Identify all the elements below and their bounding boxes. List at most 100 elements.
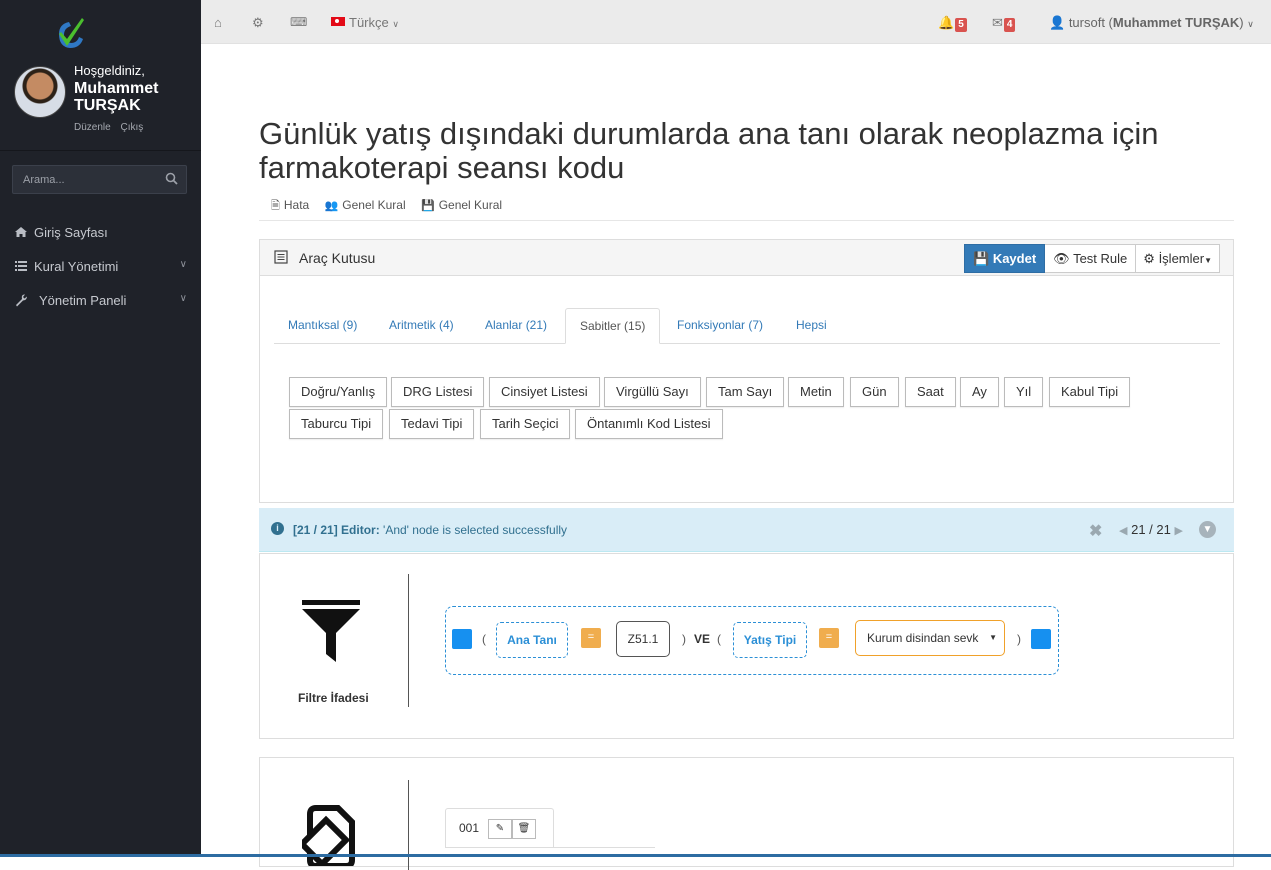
actions-dropdown-button[interactable]: ⚙ İşlemler▼ [1136,244,1220,273]
pencil-icon[interactable]: ✎ [488,819,512,839]
alert-pager: ◀ 21 / 21 ▶ [1119,522,1183,537]
users-icon: 👥 [324,200,339,212]
filter-expression[interactable]: ( Ana Tanı = Z51.1 ) VE ( Yatış Tipi = K… [445,606,1059,675]
divider [259,220,1234,221]
user-menu[interactable]: 👤 tursoft (Muhammet TURŞAK) ∨ [1049,15,1254,31]
gear-icon[interactable]: ⚙ [252,15,264,31]
expression-start-node[interactable] [452,629,472,649]
filter-icon [302,600,360,662]
save-button[interactable]: 💾 Kaydet [964,244,1046,273]
sidebar-divider [0,150,201,151]
toolbox-title: Araç Kutusu [299,250,376,266]
alert-message: 'And' node is selected successfully [383,523,568,537]
constant-integer[interactable]: Tam Sayı [706,377,785,407]
sidebar-item-rules[interactable]: Kural Yönetimi ∨ [0,251,201,281]
save-label: Kaydet [992,251,1037,266]
test-rule-button[interactable]: 👁 Test Rule [1045,244,1137,273]
constant-boolean[interactable]: Doğru/Yanlış [289,377,388,407]
language-selector[interactable]: Türkçe ∨ [331,15,399,30]
constant-text[interactable]: Metin [788,377,844,407]
close-paren: ) [1017,632,1021,646]
constant-predefined-code-list[interactable]: Öntanımlı Kod Listesi [575,409,723,439]
editor-status-alert: i [21 / 21] Editor: 'And' node is select… [259,508,1234,552]
next-arrow-icon[interactable]: ▶ [1174,525,1182,537]
welcome-text: Hoşgeldiniz, [74,63,145,78]
close-paren: ) [682,632,686,646]
toolbox-header: Araç Kutusu 💾 Kaydet 👁 Test Rule ⚙ İşlem… [260,240,1233,276]
constant-discharge-type[interactable]: Taburcu Tipi [289,409,384,439]
chevron-down-icon: ∨ [1247,19,1254,29]
tab-underline [445,847,655,848]
prev-arrow-icon[interactable]: ◀ [1119,525,1127,537]
constant-month[interactable]: Ay [960,377,999,407]
user-name: Muhammet TURŞAK [74,80,159,114]
user-display-name: Muhammet TURŞAK [1112,15,1240,30]
tab-constants[interactable]: Sabitler (15) [565,308,661,344]
operator-equals[interactable]: = [819,628,839,648]
result-tab[interactable]: 001 ✎ 🗑 [445,808,554,848]
close-icon[interactable]: ✖ [1089,521,1102,541]
field-main-diagnosis[interactable]: Ana Tanı [496,622,568,658]
expression-end-node[interactable] [1031,629,1051,649]
constant-gender-list[interactable]: Cinsiyet Listesi [489,377,600,407]
notifications-badge: 5 [955,18,967,32]
alert-prefix: [21 / 21] Editor: [293,523,380,537]
meta-type: Genel Kural [438,198,503,212]
constant-year[interactable]: Yıl [1004,377,1044,407]
filter-panel: Filtre İfadesi ( Ana Tanı = Z51.1 ) VE (… [259,553,1234,739]
constant-day[interactable]: Gün [850,377,899,407]
sidebar: Hoşgeldiniz, Muhammet TURŞAK Düzenle Çık… [0,0,201,857]
admission-type-select[interactable]: Kurum disindan sevk ▼ [855,620,1005,656]
top-navbar: ⌂ ⚙ ⌨ Türkçe ∨ 🔔 5 ✉ 4 👤 tursoft (Muhammet… [201,0,1271,44]
constant-decimal[interactable]: Virgüllü Sayı [604,377,701,407]
constant-treatment-type[interactable]: Tedavi Tipi [389,409,475,439]
select-value: Kurum disindan sevk [867,631,979,645]
tab-all[interactable]: Hepsi [782,308,841,344]
search-input[interactable] [13,166,158,193]
constant-drg-list[interactable]: DRG Listesi [391,377,485,407]
keyboard-icon[interactable]: ⌨ [290,15,307,29]
home-icon [15,227,27,237]
tab-functions[interactable]: Fonksiyonlar (7) [663,308,777,344]
rule-meta: 🗎 Hata 👥 Genel Kural 💾 Genel Kural [271,197,514,216]
sidebar-item-home[interactable]: Giriş Sayfası [0,217,201,247]
avatar[interactable] [14,66,66,118]
toolbox-tabs: Mantıksal (9) Aritmetik (4) Alanlar (21)… [274,308,1220,344]
constant-hour[interactable]: Saat [905,377,956,407]
trash-icon[interactable]: 🗑 [512,819,536,839]
constant-date-picker[interactable]: Tarih Seçici [480,409,571,439]
constant-admission-type[interactable]: Kabul Tipi [1049,377,1131,407]
result-panel: 001 ✎ 🗑 [259,757,1234,870]
save-icon: 💾 [420,200,435,212]
edit-profile-link[interactable]: Düzenle [74,122,111,133]
sidebar-item-admin[interactable]: Yönetim Paneli ∨ [0,285,201,315]
app-logo-icon[interactable] [55,16,85,52]
value-diagnosis-code[interactable]: Z51.1 [616,621,670,657]
home-icon[interactable]: ⌂ [214,15,222,30]
field-admission-type[interactable]: Yatış Tipi [733,622,807,658]
vertical-divider [408,574,409,707]
search-icon[interactable] [165,172,178,185]
meta-scope: Genel Kural [342,198,406,212]
file-icon: 🗎 [271,200,280,212]
tab-arithmetic[interactable]: Aritmetik (4) [375,308,468,344]
test-label: Test Rule [1073,251,1128,266]
operator-equals[interactable]: = [581,628,601,648]
eye-icon: 👁 [1053,251,1070,266]
info-icon: i [271,522,284,535]
sidebar-search [12,165,187,194]
connector-and[interactable]: VE [694,632,710,646]
messages-button[interactable]: ✉ 4 [992,15,1016,32]
list-icon [15,261,27,271]
chevron-double-down-icon: ∨ [179,293,187,304]
logout-link[interactable]: Çıkış [120,122,143,133]
collapse-icon[interactable]: ▼ [1199,521,1216,538]
user-icon: 👤 [1049,15,1066,30]
tab-logical[interactable]: Mantıksal (9) [274,308,371,344]
tab-fields[interactable]: Alanlar (21) [471,308,561,344]
notifications-button[interactable]: 🔔 5 [938,15,967,32]
open-paren: ( [717,632,721,646]
floppy-icon: 💾 [973,251,990,266]
result-tab-number: 001 [459,821,480,835]
sidebar-item-label: Kural Yönetimi [34,259,119,274]
